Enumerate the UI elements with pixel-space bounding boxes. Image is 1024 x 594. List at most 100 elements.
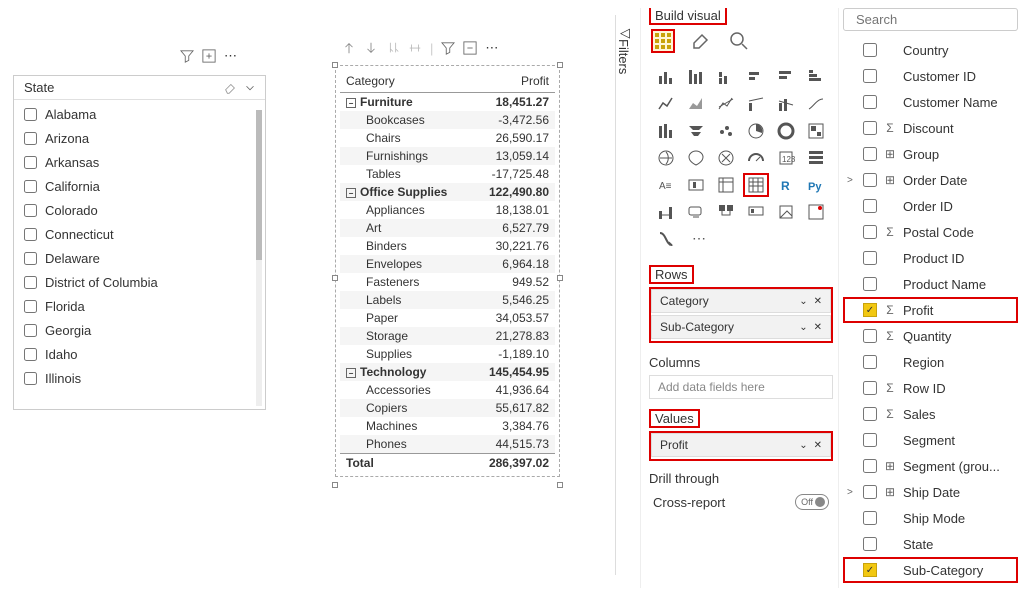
field-checkbox[interactable] (863, 225, 877, 239)
focus-icon[interactable] (463, 41, 477, 55)
slicer-scrollbar[interactable] (256, 110, 262, 406)
viz-type-icon[interactable]: R (773, 173, 799, 197)
filters-pane-collapsed[interactable]: ◁ Filters (615, 15, 637, 575)
remove-icon[interactable]: ✕ (814, 440, 822, 451)
matrix-row[interactable]: Copiers55,617.82 (340, 399, 555, 417)
field-checkbox[interactable] (863, 537, 877, 551)
field-row[interactable]: Customer ID (843, 63, 1018, 89)
matrix-row[interactable]: Storage21,278.83 (340, 327, 555, 345)
field-checkbox[interactable] (863, 433, 877, 447)
field-row[interactable]: State (843, 531, 1018, 557)
viz-type-icon[interactable] (773, 65, 799, 89)
viz-type-icon[interactable] (653, 227, 679, 251)
slicer-checkbox[interactable] (24, 156, 37, 169)
viz-type-icon[interactable]: 123 (773, 146, 799, 170)
matrix-row[interactable]: Envelopes6,964.18 (340, 255, 555, 273)
field-row[interactable]: Segment (843, 427, 1018, 453)
expand-icon[interactable]: > (847, 175, 857, 186)
viz-type-icon[interactable] (713, 119, 739, 143)
eraser-icon[interactable] (223, 81, 237, 95)
viz-type-icon[interactable] (653, 119, 679, 143)
viz-type-icon[interactable] (773, 200, 799, 224)
viz-type-icon[interactable] (713, 200, 739, 224)
col-header-profit[interactable]: Profit (471, 70, 555, 93)
viz-type-icon[interactable]: Py (803, 173, 829, 197)
viz-type-icon[interactable] (743, 92, 769, 116)
viz-type-icon[interactable] (683, 65, 709, 89)
chevron-down-icon[interactable]: ⌄ (799, 440, 807, 451)
chevron-down-icon[interactable] (243, 81, 257, 95)
viz-type-icon[interactable] (713, 146, 739, 170)
field-checkbox[interactable] (863, 485, 877, 499)
build-tab[interactable] (651, 29, 675, 53)
collapse-icon[interactable]: − (346, 188, 356, 198)
matrix-row[interactable]: −Furniture18,451.27 (340, 93, 555, 112)
matrix-row[interactable]: Art6,527.79 (340, 219, 555, 237)
field-checkbox[interactable] (863, 329, 877, 343)
field-row[interactable]: Customer Name (843, 89, 1018, 115)
viz-type-icon[interactable] (743, 200, 769, 224)
viz-type-icon[interactable] (683, 173, 709, 197)
viz-type-icon[interactable] (653, 92, 679, 116)
viz-type-icon[interactable] (653, 200, 679, 224)
field-row[interactable]: Ship Mode (843, 505, 1018, 531)
viz-type-icon[interactable] (713, 65, 739, 89)
field-row[interactable]: ✓Sub-Category (843, 557, 1018, 583)
analytics-tab[interactable] (727, 29, 751, 53)
slicer-item[interactable]: Georgia (14, 318, 265, 342)
slicer-checkbox[interactable] (24, 348, 37, 361)
slicer-item[interactable]: Delaware (14, 246, 265, 270)
viz-type-icon[interactable] (803, 200, 829, 224)
viz-type-icon[interactable]: A≡ (653, 173, 679, 197)
field-checkbox-checked[interactable]: ✓ (863, 563, 877, 577)
matrix-row[interactable]: Chairs26,590.17 (340, 129, 555, 147)
matrix-row[interactable]: Labels5,546.25 (340, 291, 555, 309)
matrix-row[interactable]: Furnishings13,059.14 (340, 147, 555, 165)
field-checkbox[interactable] (863, 121, 877, 135)
field-row[interactable]: ΣDiscount (843, 115, 1018, 141)
slicer-item[interactable]: Arizona (14, 126, 265, 150)
field-row[interactable]: Region (843, 349, 1018, 375)
field-row[interactable]: Order ID (843, 193, 1018, 219)
viz-type-icon[interactable] (683, 146, 709, 170)
viz-type-icon[interactable] (743, 119, 769, 143)
field-row[interactable]: >⊞Ship Date (843, 479, 1018, 505)
matrix-row[interactable]: −Office Supplies122,490.80 (340, 183, 555, 201)
slicer-checkbox[interactable] (24, 228, 37, 241)
viz-type-icon[interactable]: ⋯ (683, 227, 709, 251)
viz-type-icon[interactable] (803, 65, 829, 89)
matrix-row[interactable]: −Technology145,454.95 (340, 363, 555, 381)
filter-icon[interactable] (180, 49, 194, 63)
field-checkbox[interactable] (863, 95, 877, 109)
slicer-checkbox[interactable] (24, 108, 37, 121)
cross-report-toggle[interactable]: Off (795, 494, 829, 510)
slicer-checkbox[interactable] (24, 372, 37, 385)
matrix-row[interactable]: Bookcases-3,472.56 (340, 111, 555, 129)
slicer-checkbox[interactable] (24, 324, 37, 337)
chevron-down-icon[interactable]: ⌄ (799, 322, 807, 333)
field-row[interactable]: Country (843, 37, 1018, 63)
matrix-visual[interactable]: Category Profit −Furniture18,451.27Bookc… (335, 65, 560, 485)
field-checkbox[interactable] (863, 251, 877, 265)
field-row[interactable]: Product Name (843, 271, 1018, 297)
field-well[interactable]: Sub-Category⌄✕ (651, 315, 831, 339)
collapse-icon[interactable]: ◁ (620, 25, 630, 41)
slicer-checkbox[interactable] (24, 276, 37, 289)
collapse-icon[interactable]: − (346, 98, 356, 108)
slicer-item[interactable]: District of Columbia (14, 270, 265, 294)
viz-type-icon[interactable] (653, 146, 679, 170)
slicer-checkbox[interactable] (24, 132, 37, 145)
col-header-category[interactable]: Category (340, 70, 471, 93)
field-row[interactable]: ΣSales (843, 401, 1018, 427)
matrix-row[interactable]: Tables-17,725.48 (340, 165, 555, 183)
matrix-row[interactable]: Paper34,053.57 (340, 309, 555, 327)
drill-next-icon[interactable] (386, 41, 400, 55)
field-checkbox[interactable] (863, 459, 877, 473)
field-row[interactable]: >⊞Order Date (843, 167, 1018, 193)
drill-down-icon[interactable] (364, 41, 378, 55)
viz-type-icon[interactable] (803, 119, 829, 143)
slicer-checkbox[interactable] (24, 204, 37, 217)
field-row[interactable]: ⊞Group (843, 141, 1018, 167)
field-checkbox[interactable] (863, 199, 877, 213)
viz-type-icon[interactable] (773, 92, 799, 116)
